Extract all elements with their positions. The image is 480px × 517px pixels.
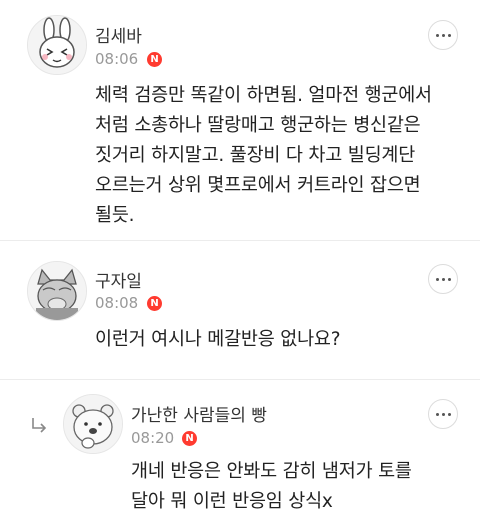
comment-author[interactable]: 김세바 <box>95 22 142 47</box>
bear-avatar[interactable] <box>63 394 123 454</box>
new-badge: N <box>147 52 162 67</box>
reply-arrow-icon <box>32 418 47 433</box>
more-horizontal-icon <box>435 277 439 281</box>
rabbit-avatar[interactable] <box>27 15 87 75</box>
comment-author[interactable]: 가난한 사람들의 빵 <box>131 401 267 426</box>
new-badge: N <box>182 431 197 446</box>
comment-body: 이런거 여시나 메갈반응 없나요? <box>95 329 341 350</box>
reply-item: 가난한 사람들의 빵 08:20 N 개네 반응은 안봐도 감히 냄저가 토를 … <box>0 380 480 517</box>
new-badge: N <box>147 296 162 311</box>
comment-body: 체력 검증만 똑같이 하면됨. 얼마전 행군에서 처럼 소총하나 딸랑매고 행군… <box>95 85 432 226</box>
comment-timestamp: 08:06 <box>95 50 139 68</box>
cat-avatar[interactable] <box>27 261 87 321</box>
more-options-button[interactable] <box>428 20 458 50</box>
comment-timestamp: 08:20 <box>131 429 175 447</box>
more-horizontal-icon <box>435 33 439 37</box>
comment-item: 김세바 08:06 N 체력 검증만 똑같이 하면됨. 얼마전 행군에서 처럼 … <box>0 0 480 240</box>
comment-item: 구자일 08:08 N 이런거 여시나 메갈반응 없나요? <box>0 241 480 379</box>
more-horizontal-icon <box>435 412 439 416</box>
comment-timestamp: 08:08 <box>95 294 139 312</box>
more-options-button[interactable] <box>428 399 458 429</box>
comment-author[interactable]: 구자일 <box>95 267 142 292</box>
more-options-button[interactable] <box>428 264 458 294</box>
comment-body: 개네 반응은 안봐도 감히 냄저가 토를 달아 뭐 이런 반응임 상식x <box>131 461 412 512</box>
